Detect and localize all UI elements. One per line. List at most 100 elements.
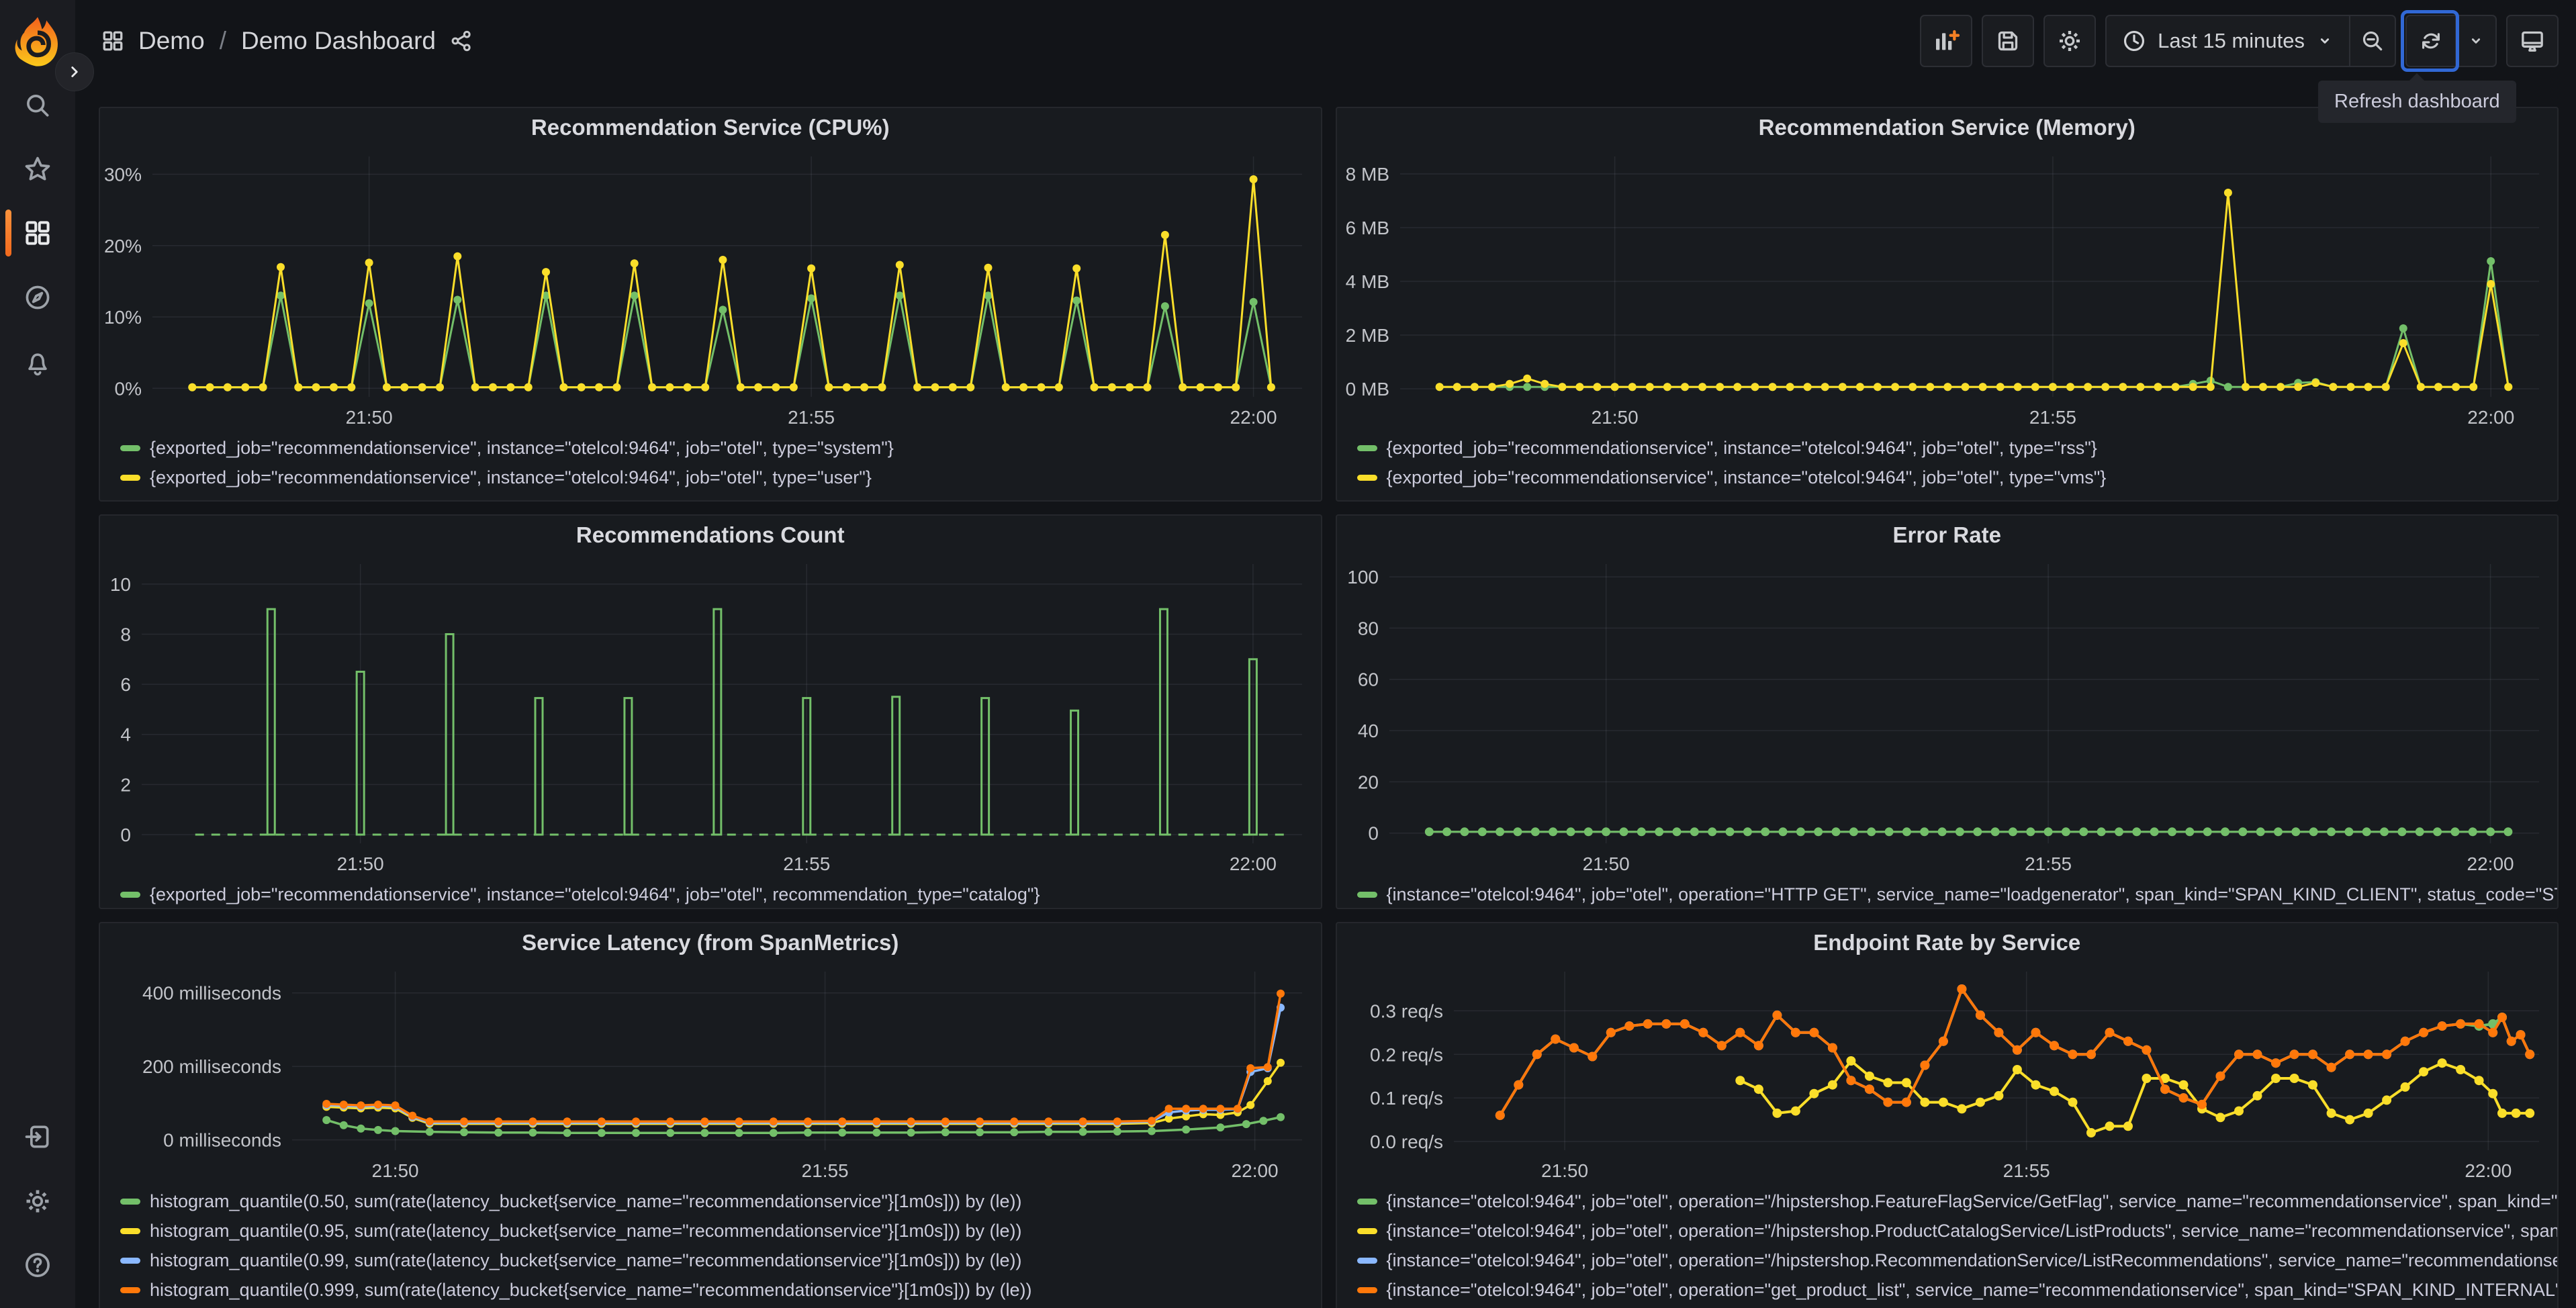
svg-text:21:55: 21:55 <box>2025 853 2072 874</box>
legend-series-label: {exported_job="recommendationservice", i… <box>150 467 872 487</box>
panel-header[interactable]: Recommendation Service (CPU%) <box>100 108 1321 147</box>
alerting-bell-icon[interactable] <box>23 348 52 378</box>
chart-canvas: 0% 10% 20% 30% 21:50 21:55 22:00 <box>104 156 1302 428</box>
svg-text:22:00: 22:00 <box>1230 853 1277 874</box>
latency-chart[interactable]: 0 milliseconds 200 milliseconds 400 millis… <box>100 962 1321 1185</box>
legend-series-mark <box>120 474 140 481</box>
svg-text:0%: 0% <box>115 378 142 399</box>
add-panel-button[interactable] <box>1920 15 1973 67</box>
svg-text:0 MB: 0 MB <box>1345 379 1389 400</box>
svg-text:10%: 10% <box>104 307 142 328</box>
legend-item[interactable]: {instance="otelcol:9464", job="otel", op… <box>1356 880 2558 908</box>
panel-header[interactable]: Service Latency (from SpanMetrics) <box>100 923 1321 962</box>
svg-text:0: 0 <box>1368 823 1379 844</box>
legend-series-mark <box>1356 1287 1377 1293</box>
legend-series-mark <box>120 1287 140 1293</box>
explore-compass-icon[interactable] <box>23 283 52 312</box>
legend-item[interactable]: histogram_quantile(0.95, sum(rate(latenc… <box>120 1216 1321 1246</box>
help-icon[interactable] <box>23 1250 52 1280</box>
refresh-interval-dropdown[interactable] <box>2456 16 2495 66</box>
sidebar <box>0 0 94 1308</box>
svg-text:40: 40 <box>1357 720 1378 741</box>
panel-header[interactable]: Recommendations Count <box>100 516 1321 555</box>
legend-series-label: {instance="otelcol:9464", job="otel", op… <box>1386 884 2558 904</box>
breadcrumb-separator: / <box>219 27 226 54</box>
zoom-out-time-button[interactable] <box>2350 16 2395 66</box>
error-rate-chart[interactable]: 0 20 40 60 80 100 21:50 21:55 22:00 <box>1337 555 2558 878</box>
grafana-logo-icon[interactable] <box>11 15 64 68</box>
chart-canvas: 0 MB 2 MB 4 MB 6 MB 8 MB 21:50 21:55 22:00 <box>1345 156 2539 428</box>
memory-chart[interactable]: 0 MB 2 MB 4 MB 6 MB 8 MB 21:50 21:55 22:00 <box>1337 147 2558 432</box>
svg-text:20%: 20% <box>104 236 142 256</box>
refresh-dashboard-button[interactable] <box>2401 10 2459 72</box>
chart-canvas: 0 milliseconds 200 milliseconds 400 millis… <box>142 972 1302 1181</box>
legend-series-mark <box>120 445 140 451</box>
svg-text:0.0 req/s: 0.0 req/s <box>1370 1131 1443 1152</box>
legend-series-mark <box>1356 474 1377 481</box>
legend-item[interactable]: {exported_job="recommendationservice", i… <box>120 433 1321 463</box>
svg-text:21:55: 21:55 <box>802 1160 849 1181</box>
legend-series-mark <box>1356 1257 1377 1264</box>
legend-item[interactable]: histogram_quantile(0.50, sum(rate(latenc… <box>120 1186 1321 1216</box>
dashboards-grid-icon[interactable] <box>101 29 125 53</box>
breadcrumb-page-title[interactable]: Demo Dashboard <box>241 27 436 55</box>
svg-text:21:55: 21:55 <box>2029 407 2076 428</box>
svg-text:0: 0 <box>120 825 131 845</box>
count-chart[interactable]: 0 2 4 6 8 10 21:50 21:55 22:00 <box>100 555 1321 878</box>
svg-text:20: 20 <box>1357 772 1378 792</box>
panel-title: Recommendation Service (Memory) <box>1758 115 2135 140</box>
legend-item[interactable]: {exported_job="recommendationservice", i… <box>120 463 1321 492</box>
search-icon[interactable] <box>23 91 52 120</box>
legend-item[interactable]: {instance="otelcol:9464", job="otel", op… <box>1356 1275 2557 1305</box>
cpu-chart[interactable]: 0% 10% 20% 30% 21:50 21:55 22:00 <box>100 147 1321 432</box>
legend-item[interactable]: {exported_job="recommendationservice", i… <box>120 880 1321 908</box>
sign-in-icon[interactable] <box>23 1122 52 1152</box>
svg-text:21:55: 21:55 <box>783 853 830 874</box>
legend-series-label: histogram_quantile(0.99, sum(rate(latenc… <box>150 1250 1022 1270</box>
svg-text:60: 60 <box>1357 669 1378 690</box>
time-range-picker[interactable]: Last 15 minutes <box>2107 16 2349 66</box>
svg-text:21:55: 21:55 <box>788 407 835 428</box>
legend-item[interactable]: {instance="otelcol:9464", job="otel", op… <box>1356 1246 2558 1275</box>
panel-title: Error Rate <box>1892 522 2001 547</box>
legend-series-label: {exported_job="recommendationservice", i… <box>1386 437 2097 458</box>
refresh-tooltip: Refresh dashboard <box>2318 73 2516 123</box>
legend-item[interactable]: {exported_job="recommendationservice", i… <box>1356 433 2558 463</box>
legend-item[interactable]: {instance="otelcol:9464", job="otel", op… <box>1356 1186 2557 1216</box>
endpoint-rate-chart[interactable]: 0.0 req/s 0.1 req/s 0.2 req/s 0.3 req/s 21:5… <box>1337 962 2558 1185</box>
dashboard-settings-button[interactable] <box>2043 15 2097 67</box>
settings-gear-icon[interactable] <box>23 1186 52 1216</box>
breadcrumb-section[interactable]: Demo <box>138 27 205 55</box>
legend-series-label: {instance="otelcol:9464", job="otel", op… <box>1386 1250 2558 1270</box>
refresh-group <box>2401 10 2497 72</box>
legend-series-mark <box>1356 891 1377 898</box>
panel-service-latency: Service Latency (from SpanMetrics) 0 mil… <box>99 922 1322 1308</box>
chevron-down-icon <box>2471 38 2481 44</box>
expand-sidebar-button[interactable] <box>55 52 94 91</box>
legend-item[interactable]: {exported_job="recommendationservice", i… <box>1356 463 2558 492</box>
refresh-icon <box>2422 33 2440 49</box>
legend-item[interactable]: histogram_quantile(0.999, sum(rate(laten… <box>120 1275 1321 1305</box>
svg-text:21:50: 21:50 <box>1591 407 1638 428</box>
legend-series-label: histogram_quantile(0.95, sum(rate(latenc… <box>150 1220 1022 1241</box>
panel-recommendation-memory: Recommendation Service (Memory) 0 MB 2 MB… <box>1335 107 2559 502</box>
starred-icon[interactable] <box>23 154 52 184</box>
legend-item[interactable]: histogram_quantile(0.99, sum(rate(latenc… <box>120 1246 1321 1275</box>
kiosk-mode-button[interactable] <box>2506 15 2559 67</box>
legend-series-mark <box>120 1227 140 1234</box>
svg-text:30%: 30% <box>104 165 142 185</box>
svg-text:10: 10 <box>110 574 131 595</box>
svg-text:6: 6 <box>120 674 131 695</box>
chart-canvas: 0 20 40 60 80 100 21:50 21:55 22:00 <box>1347 564 2539 874</box>
panel-header[interactable]: Endpoint Rate by Service <box>1337 923 2558 962</box>
panel-header[interactable]: Error Rate <box>1337 516 2558 555</box>
chart-canvas: 0 2 4 6 8 10 21:50 21:55 22:00 <box>110 564 1302 874</box>
save-dashboard-button[interactable] <box>1982 15 2035 67</box>
panel-endpoint-rate: Endpoint Rate by Service 0.0 req/s 0.1 re… <box>1335 922 2559 1308</box>
share-icon[interactable] <box>449 29 473 53</box>
legend-item[interactable]: {instance="otelcol:9464", job="otel", op… <box>1356 1216 2557 1246</box>
svg-text:80: 80 <box>1357 618 1378 639</box>
svg-text:22:00: 22:00 <box>2465 1160 2512 1181</box>
dashboards-icon[interactable] <box>23 218 52 248</box>
svg-text:0.2 req/s: 0.2 req/s <box>1370 1044 1443 1065</box>
